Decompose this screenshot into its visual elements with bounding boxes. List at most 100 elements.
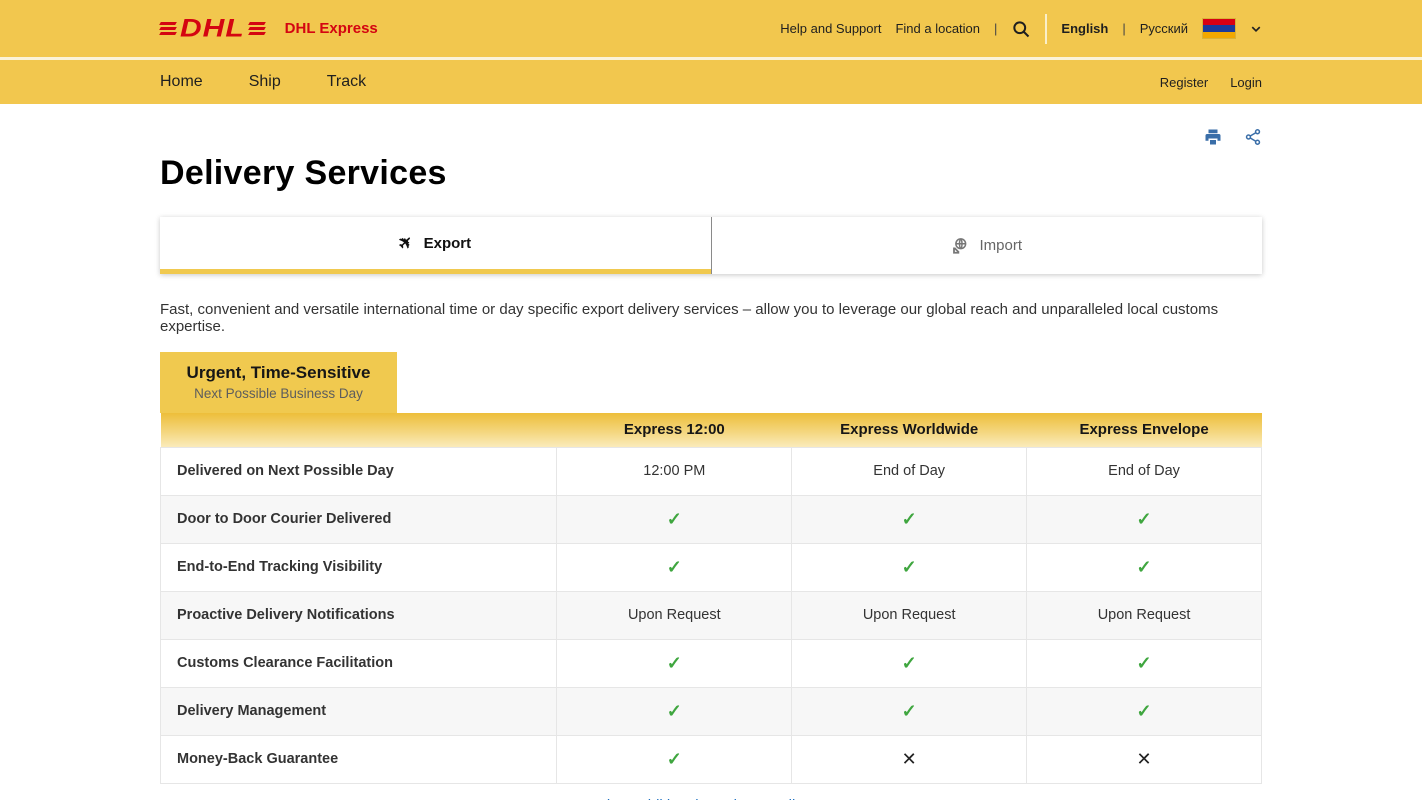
row-label: End-to-End Tracking Visibility	[161, 543, 557, 591]
language-english[interactable]: English	[1061, 21, 1108, 36]
chevron-down-icon[interactable]	[1250, 23, 1262, 35]
search-icon[interactable]	[1011, 19, 1031, 39]
table-cell: 12:00 PM	[557, 447, 792, 495]
print-icon[interactable]	[1204, 128, 1222, 146]
row-label: Delivered on Next Possible Day	[161, 447, 557, 495]
table-cell: ✓	[1027, 543, 1262, 591]
table-cell: ✓	[1027, 495, 1262, 543]
login-link[interactable]: Login	[1230, 75, 1262, 90]
table-cell: ✓	[792, 687, 1027, 735]
register-link[interactable]: Register	[1160, 75, 1208, 90]
topbar-links: Help and Support Find a location | Engli…	[780, 14, 1262, 44]
check-icon: ✓	[1137, 509, 1152, 529]
table-cell: ✓	[557, 495, 792, 543]
table-cell: Upon Request	[557, 591, 792, 639]
brand-name: DHL Express	[285, 20, 378, 37]
armenia-flag-icon[interactable]	[1202, 18, 1236, 39]
badge-title: Urgent, Time-Sensitive	[170, 363, 387, 383]
check-icon: ✓	[667, 749, 682, 769]
table-cell: ✓	[557, 735, 792, 783]
table-cell: ✓	[792, 639, 1027, 687]
table-header-empty-cell	[161, 413, 557, 447]
page-actions	[160, 128, 1262, 148]
table-column-header: Express 12:00	[557, 413, 792, 447]
divider: |	[994, 21, 997, 36]
export-import-tabs: ✈ Export Import	[160, 217, 1262, 274]
check-icon: ✓	[667, 653, 682, 673]
check-icon: ✓	[667, 557, 682, 577]
pale-divider	[1045, 14, 1047, 44]
table-row: Delivered on Next Possible Day12:00 PMEn…	[161, 447, 1262, 495]
service-category-badge: Urgent, Time-Sensitive Next Possible Bus…	[160, 352, 397, 413]
table-cell: Upon Request	[1027, 591, 1262, 639]
table-cell: ✓	[557, 687, 792, 735]
nav-item-track[interactable]: Track	[327, 73, 366, 91]
import-icon	[951, 237, 969, 255]
table-cell: ✕	[1027, 735, 1262, 783]
tab-export[interactable]: ✈ Export	[160, 217, 711, 274]
more-link-label: View Additional Service Details	[597, 797, 803, 800]
help-support-link[interactable]: Help and Support	[780, 21, 881, 36]
dhl-logo-lines-left	[160, 22, 176, 35]
nav-item-home[interactable]: Home	[160, 73, 203, 91]
cross-icon: ✕	[902, 749, 917, 769]
badge-subtitle: Next Possible Business Day	[170, 386, 387, 401]
tab-import-label: Import	[979, 237, 1022, 254]
table-row: Door to Door Courier Delivered ✓ ✓ ✓	[161, 495, 1262, 543]
row-label: Door to Door Courier Delivered	[161, 495, 557, 543]
dhl-logo-text: DHL	[180, 16, 245, 41]
dhl-logo[interactable]: DHL	[160, 14, 265, 44]
table-row: Customs Clearance Facilitation ✓ ✓ ✓	[161, 639, 1262, 687]
top-header-bar: DHL DHL Express Help and Support Find a …	[0, 0, 1422, 57]
table-cell: ✓	[557, 639, 792, 687]
check-icon: ✓	[1137, 557, 1152, 577]
airplane-icon: ✈	[394, 231, 418, 255]
table-column-header: Express Worldwide	[792, 413, 1027, 447]
table-header: Express 12:00Express WorldwideExpress En…	[161, 413, 1262, 447]
table-row: Proactive Delivery NotificationsUpon Req…	[161, 591, 1262, 639]
table-cell: ✓	[792, 495, 1027, 543]
table-cell: ✓	[1027, 639, 1262, 687]
check-icon: ✓	[1137, 653, 1152, 673]
table-row: End-to-End Tracking Visibility ✓ ✓ ✓	[161, 543, 1262, 591]
tab-import[interactable]: Import	[711, 217, 1263, 274]
check-icon: ✓	[667, 509, 682, 529]
services-description: Fast, convenient and versatile internati…	[160, 301, 1262, 335]
row-label: Proactive Delivery Notifications	[161, 591, 557, 639]
row-label: Money-Back Guarantee	[161, 735, 557, 783]
table-cell: Upon Request	[792, 591, 1027, 639]
check-icon: ✓	[1137, 701, 1152, 721]
check-icon: ✓	[902, 557, 917, 577]
brand: DHL DHL Express	[160, 14, 378, 44]
table-column-header: Express Envelope	[1027, 413, 1262, 447]
view-additional-details-link[interactable]: View Additional Service Details	[160, 797, 1262, 800]
table-cell: ✓	[792, 543, 1027, 591]
table-cell: End of Day	[792, 447, 1027, 495]
table-cell: ✕	[792, 735, 1027, 783]
main-content: Delivery Services ✈ Export Import Fast, …	[160, 128, 1262, 800]
main-nav-bar: Home Ship Track Register Login	[0, 60, 1422, 104]
language-russian[interactable]: Русский	[1140, 21, 1188, 36]
row-label: Delivery Management	[161, 687, 557, 735]
auth-links: Register Login	[1160, 75, 1262, 90]
dhl-logo-lines-right	[249, 22, 265, 35]
table-row: Delivery Management ✓ ✓ ✓	[161, 687, 1262, 735]
cross-icon: ✕	[1137, 749, 1152, 769]
check-icon: ✓	[667, 701, 682, 721]
share-icon[interactable]	[1244, 128, 1262, 146]
table-cell: ✓	[1027, 687, 1262, 735]
nav-item-ship[interactable]: Ship	[249, 73, 281, 91]
table-cell: ✓	[557, 543, 792, 591]
table-cell: End of Day	[1027, 447, 1262, 495]
row-label: Customs Clearance Facilitation	[161, 639, 557, 687]
nav-links: Home Ship Track	[160, 73, 366, 91]
find-location-link[interactable]: Find a location	[895, 21, 980, 36]
services-comparison-table: Express 12:00Express WorldwideExpress En…	[160, 413, 1262, 784]
check-icon: ✓	[902, 653, 917, 673]
check-icon: ✓	[902, 509, 917, 529]
divider: |	[1122, 21, 1125, 36]
check-icon: ✓	[902, 701, 917, 721]
page-title: Delivery Services	[160, 154, 1262, 193]
table-row: Money-Back Guarantee ✓ ✕ ✕	[161, 735, 1262, 783]
tab-export-label: Export	[424, 235, 472, 252]
